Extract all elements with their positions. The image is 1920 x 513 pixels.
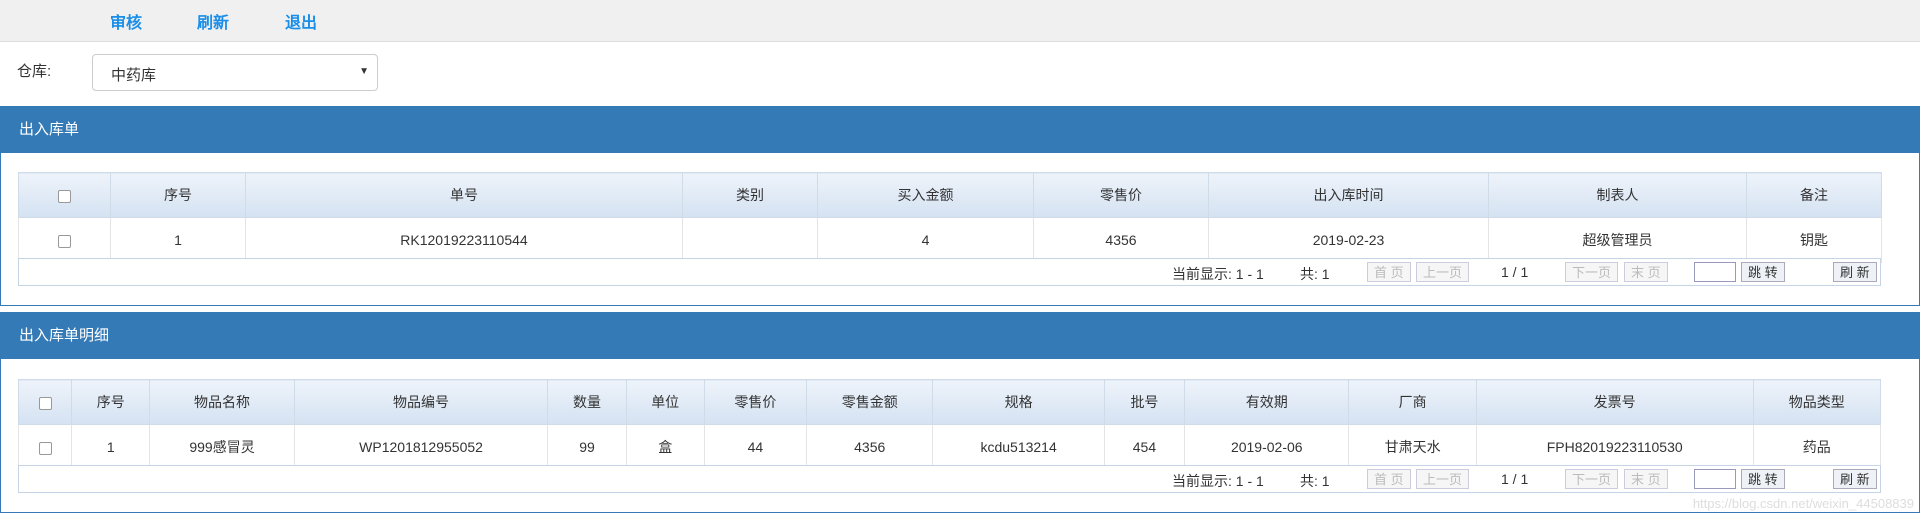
table-header-row: 序号 单号 类别 买入金额 零售价 出入库时间 制表人 备注: [18, 172, 1882, 218]
pager-first-button[interactable]: 首 页: [1367, 262, 1411, 282]
audit-button[interactable]: 审核: [110, 9, 142, 33]
exit-button[interactable]: 退出: [285, 9, 317, 33]
pager: 当前显示: 1 - 1 共: 1 首 页 上一页 1 / 1 下一页 末 页 跳…: [18, 465, 1881, 493]
column-header: 厂商: [1348, 379, 1477, 425]
column-header: 有效期: [1184, 379, 1350, 425]
watermark: https://blog.csdn.net/weixin_44508839: [1692, 496, 1914, 511]
cell-quantity: 99: [547, 424, 627, 470]
column-header: 零售价: [1033, 172, 1209, 218]
stock-order-panel: 出入库单 序号 单号 类别 买入金额 零售价 出入库时间 制表人 备注 1 RK…: [0, 106, 1920, 306]
cell-item-code: WP1201812955052: [293, 424, 549, 470]
column-header: 出入库时间: [1208, 172, 1489, 218]
column-header: 零售价: [703, 379, 808, 425]
toolbar: 审核 刷新 退出: [0, 0, 1920, 42]
pager-refresh-button[interactable]: 刷 新: [1833, 262, 1877, 282]
warehouse-selected-value: 中药库: [111, 67, 157, 84]
pager-first-button[interactable]: 首 页: [1367, 469, 1411, 489]
column-header: 单号: [245, 172, 683, 218]
pager-page: 1 / 1: [1501, 264, 1529, 280]
column-header: 序号: [110, 172, 246, 218]
column-header: 序号: [71, 379, 151, 425]
select-all-checkbox[interactable]: [18, 172, 111, 218]
pager: 当前显示: 1 - 1 共: 1 首 页 上一页 1 / 1 下一页 末 页 跳…: [18, 258, 1881, 286]
cell-index: 1: [71, 424, 151, 470]
pager-showing: 当前显示: 1 - 1: [1172, 473, 1264, 489]
cell-note: 钥匙: [1746, 217, 1882, 263]
cell-time: 2019-02-23: [1208, 217, 1489, 263]
cell-maker: 甘肃天水: [1348, 424, 1477, 470]
pager-prev-button[interactable]: 上一页: [1416, 469, 1470, 489]
cell-item-type: 药品: [1752, 424, 1882, 470]
cell-category: [682, 217, 818, 263]
pager-total: 共: 1: [1300, 473, 1330, 489]
cell-spec: kcdu513214: [932, 424, 1105, 470]
pager-jump-button[interactable]: 跳 转: [1741, 469, 1785, 489]
cell-retail-price: 4356: [1033, 217, 1209, 263]
refresh-button[interactable]: 刷新: [197, 9, 229, 33]
column-header: 发票号: [1475, 379, 1754, 425]
pager-page: 1 / 1: [1501, 471, 1529, 487]
column-header: 物品编号: [293, 379, 549, 425]
stock-order-table: 序号 单号 类别 买入金额 零售价 出入库时间 制表人 备注 1 RK12019…: [18, 172, 1882, 263]
pager-next-button[interactable]: 下一页: [1565, 262, 1619, 282]
cell-index: 1: [110, 217, 246, 263]
column-header: 规格: [932, 379, 1105, 425]
pager-showing: 当前显示: 1 - 1: [1172, 266, 1264, 282]
column-header: 备注: [1746, 172, 1882, 218]
pager-last-button[interactable]: 末 页: [1624, 262, 1668, 282]
column-header: 批号: [1103, 379, 1186, 425]
column-header: 物品类型: [1752, 379, 1882, 425]
panel-title: 出入库单明细: [1, 313, 1919, 359]
chevron-down-icon: ▼: [359, 66, 369, 77]
cell-expiry: 2019-02-06: [1184, 424, 1350, 470]
cell-item-name: 999感冒灵: [149, 424, 295, 470]
select-all-checkbox[interactable]: [17, 379, 73, 425]
pager-next-button[interactable]: 下一页: [1565, 469, 1619, 489]
warehouse-label: 仓库:: [17, 63, 52, 80]
stock-detail-panel: 出入库单明细 序号 物品名称 物品编号 数量 单位 零售价 零售金额 规格 批号…: [0, 312, 1920, 513]
panel-title: 出入库单: [1, 107, 1919, 153]
column-header: 类别: [682, 172, 818, 218]
column-header: 零售金额: [806, 379, 934, 425]
row-checkbox[interactable]: [18, 217, 111, 263]
pager-refresh-button[interactable]: 刷 新: [1833, 469, 1877, 489]
pager-jump-input[interactable]: [1694, 262, 1736, 282]
column-header: 物品名称: [149, 379, 295, 425]
column-header: 单位: [625, 379, 705, 425]
cell-retail-amount: 4356: [806, 424, 934, 470]
pager-jump-input[interactable]: [1694, 469, 1736, 489]
table-row[interactable]: 1 RK12019223110544 4 4356 2019-02-23 超级管…: [18, 217, 1882, 263]
cell-invoice: FPH82019223110530: [1475, 424, 1754, 470]
pager-total: 共: 1: [1300, 266, 1330, 282]
cell-maker: 超级管理员: [1488, 217, 1747, 263]
column-header: 数量: [547, 379, 627, 425]
pager-last-button[interactable]: 末 页: [1624, 469, 1668, 489]
pager-jump-button[interactable]: 跳 转: [1741, 262, 1785, 282]
stock-detail-table: 序号 物品名称 物品编号 数量 单位 零售价 零售金额 规格 批号 有效期 厂商…: [17, 379, 1882, 470]
cell-unit: 盒: [625, 424, 705, 470]
cell-batch: 454: [1103, 424, 1186, 470]
warehouse-row: 仓库: 中药库 ▼: [0, 42, 1920, 106]
cell-buy-amount: 4: [817, 217, 1034, 263]
cell-retail-price: 44: [703, 424, 808, 470]
column-header: 买入金额: [817, 172, 1034, 218]
warehouse-select[interactable]: 中药库 ▼: [92, 54, 378, 91]
table-row[interactable]: 1 999感冒灵 WP1201812955052 99 盒 44 4356 kc…: [17, 424, 1882, 470]
pager-prev-button[interactable]: 上一页: [1416, 262, 1470, 282]
cell-order-no: RK12019223110544: [245, 217, 683, 263]
row-checkbox[interactable]: [17, 424, 73, 470]
column-header: 制表人: [1488, 172, 1747, 218]
table-header-row: 序号 物品名称 物品编号 数量 单位 零售价 零售金额 规格 批号 有效期 厂商…: [17, 379, 1882, 425]
